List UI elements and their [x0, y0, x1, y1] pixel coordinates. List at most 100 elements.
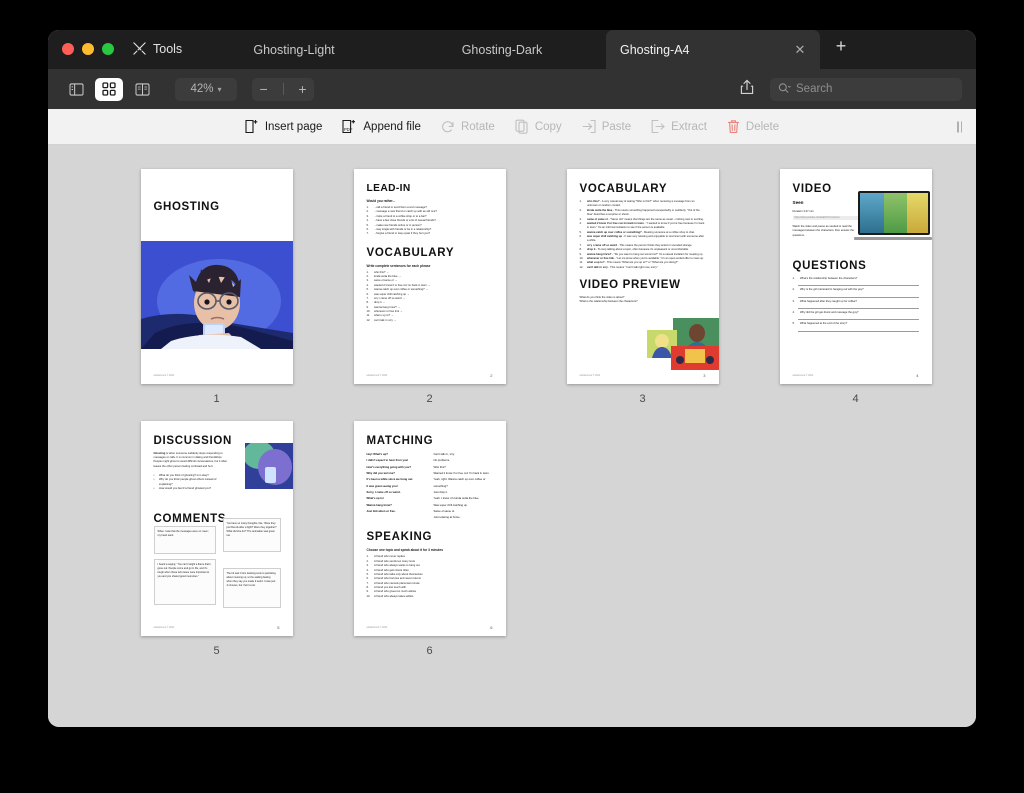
- page-number-label: 5: [213, 645, 220, 657]
- video-duration: Duration 3:47 min: [792, 210, 814, 213]
- speaking-instruction: Choose one topic and speak about it for …: [366, 548, 444, 553]
- rotate-button[interactable]: Rotate: [441, 120, 495, 134]
- questions-list: 1. What's the relationship between the ch…: [793, 277, 919, 332]
- tab-ghosting-a4[interactable]: Ghosting-A4 ✕: [606, 30, 820, 69]
- answer-line: [797, 316, 919, 321]
- search-input[interactable]: Search: [770, 77, 962, 101]
- cover-illustration: [140, 241, 293, 349]
- list-item: 4. Why did the girl get drunk and message…: [792, 310, 859, 314]
- page-thumbnail-5[interactable]: DISCUSSION Ghosting is when someone sudd…: [140, 421, 293, 636]
- grid-icon: [102, 82, 116, 96]
- video-preview-illustration: [646, 318, 719, 370]
- video-frame-right: [907, 193, 928, 233]
- section-heading-matching: MATCHING: [366, 435, 434, 447]
- zoom-out-button[interactable]: −: [259, 81, 267, 97]
- close-tab-icon[interactable]: ✕: [793, 42, 807, 57]
- laptop-screen: [857, 191, 930, 235]
- resize-handle[interactable]: [957, 121, 962, 132]
- page-footer-credit: edutainment © 2024: [579, 375, 601, 377]
- vocabulary-definition-list: 1. who this? - A very casual way of askin…: [580, 200, 706, 270]
- close-window-button[interactable]: [62, 43, 74, 55]
- action-label: Delete: [745, 120, 780, 133]
- discussion-illustration: [242, 441, 293, 489]
- list-item: 7. ...forgive a friend or stay upset if t…: [366, 232, 431, 236]
- extract-button[interactable]: Extract: [651, 119, 707, 134]
- section-heading-speaking: SPEAKING: [366, 531, 433, 544]
- list-item: • How would you feel if a friend ghosted …: [153, 486, 212, 490]
- insert-page-button[interactable]: Insert page: [245, 119, 323, 134]
- minimize-window-button[interactable]: [82, 43, 94, 55]
- search-icon: [778, 82, 791, 97]
- definition-text: is when someone suddenly stops respondin…: [153, 452, 228, 468]
- page-cell-5: DISCUSSION Ghosting is when someone sudd…: [110, 421, 323, 657]
- paste-button[interactable]: Paste: [582, 119, 631, 134]
- split-view-button[interactable]: [128, 78, 156, 101]
- comment-box-2: You have so many thoughts, like, 'Were t…: [222, 518, 281, 552]
- page-thumbnail-1[interactable]: GHOSTING edutainment © 2024: [140, 169, 293, 384]
- stepper-divider: [282, 83, 284, 95]
- append-file-button[interactable]: PDF Append file: [342, 119, 421, 134]
- plus-icon: +: [835, 35, 847, 56]
- page-cell-6: MATCHING Hey! What's up? I didn't expect…: [323, 421, 536, 657]
- extract-icon: [651, 119, 665, 134]
- match-item: Yeah, right. Wanna catch up over coffee …: [433, 478, 486, 488]
- video-frame-left: [859, 193, 885, 233]
- tab-ghosting-dark[interactable]: Ghosting-Dark: [398, 30, 606, 69]
- comment-box-3: I heard a saying: "You can't relight a f…: [153, 559, 216, 605]
- action-label: Extract: [671, 120, 707, 133]
- section-heading-video-preview: VIDEO PREVIEW: [579, 279, 681, 291]
- list-item: 1. who this? - A very casual way of askin…: [579, 200, 695, 208]
- list-item: 6. was super chill catching up - It was v…: [579, 235, 704, 243]
- share-button[interactable]: [736, 78, 758, 101]
- tab-label: Ghosting-A4: [620, 42, 690, 57]
- page-action-bar: Insert page PDF Append file Rotate Copy …: [48, 109, 976, 145]
- zoom-level-dropdown[interactable]: 42% ▾: [175, 77, 237, 101]
- rotate-icon: [441, 120, 455, 134]
- video-instruction: Watch the video and pause as needed to r…: [792, 225, 855, 237]
- paste-icon: [582, 119, 596, 134]
- split-icon: [134, 82, 150, 96]
- tab-strip: Ghosting-Light Ghosting-Dark Ghosting-A4…: [190, 30, 976, 69]
- pdf-editor-window: Tools Ghosting-Light Ghosting-Dark Ghost…: [48, 30, 976, 727]
- vocabulary-phrase-list: 1. who this? → 2. kinda outta the blue → 3…: [367, 271, 493, 324]
- discussion-definition: Ghosting is when someone suddenly stops …: [154, 452, 230, 469]
- new-tab-button[interactable]: +: [820, 30, 862, 69]
- answer-line: [797, 305, 919, 309]
- page-number-label: 6: [426, 645, 433, 657]
- tools-menu-button[interactable]: Tools: [132, 41, 182, 56]
- thumbnail-grid-view-button[interactable]: [95, 77, 123, 101]
- page-thumbnail-6[interactable]: MATCHING Hey! What's up? I didn't expect…: [353, 421, 506, 636]
- matching-left-column: Hey! What's up? I didn't expect to hear …: [367, 452, 426, 521]
- insert-page-icon: [245, 119, 259, 134]
- list-item: 12. can't talk rn srry →: [366, 318, 397, 322]
- section-heading-questions: QUESTIONS: [792, 259, 867, 272]
- page-footer-credit: edutainment © 2024: [366, 375, 388, 377]
- page-number-label: 3: [639, 393, 646, 405]
- action-label: Paste: [601, 120, 632, 133]
- list-item: • Why do you think people ghost others in…: [153, 478, 217, 486]
- sidebar-toggle-button[interactable]: [62, 78, 90, 101]
- page-footer-number: 4: [916, 373, 919, 378]
- list-item: 1. What's the relationship between the ch…: [792, 276, 858, 280]
- section-heading-lead-in: LEAD-IN: [366, 183, 411, 194]
- page-footer-credit: edutainment © 2024: [153, 375, 175, 377]
- copy-button[interactable]: Copy: [515, 119, 562, 134]
- zoom-in-button[interactable]: +: [298, 81, 306, 97]
- page-thumbnail-4[interactable]: VIDEO Seen Duration 3:47 min https://www…: [779, 169, 932, 384]
- maximize-window-button[interactable]: [102, 43, 114, 55]
- vp-frame-c: [670, 346, 719, 370]
- page-footer-number: 2: [490, 373, 493, 378]
- tab-ghosting-light[interactable]: Ghosting-Light: [190, 30, 398, 69]
- action-label: Insert page: [264, 120, 323, 133]
- tools-label: Tools: [153, 41, 183, 56]
- page-thumbnail-2[interactable]: LEAD-IN Would you rather... 1. ...call a …: [353, 169, 506, 384]
- video-preview-question-2: What is the relationship between the cha…: [579, 300, 638, 304]
- vocabulary-instruction: Write complete sentences for each phrase: [366, 263, 431, 268]
- video-link[interactable]: https://www.youtube.com/watch?v=xxxxxxxx: [792, 216, 859, 221]
- page-thumbnail-3[interactable]: VOCABULARY 1. who this? - A very casual w…: [566, 169, 719, 384]
- page-number-label: 1: [213, 393, 220, 405]
- svg-text:PDF: PDF: [344, 127, 353, 132]
- answer-line: [797, 282, 919, 287]
- delete-button[interactable]: Delete: [727, 119, 779, 134]
- lead-in-list: 1. ...call a friend or send them a text m…: [367, 206, 493, 237]
